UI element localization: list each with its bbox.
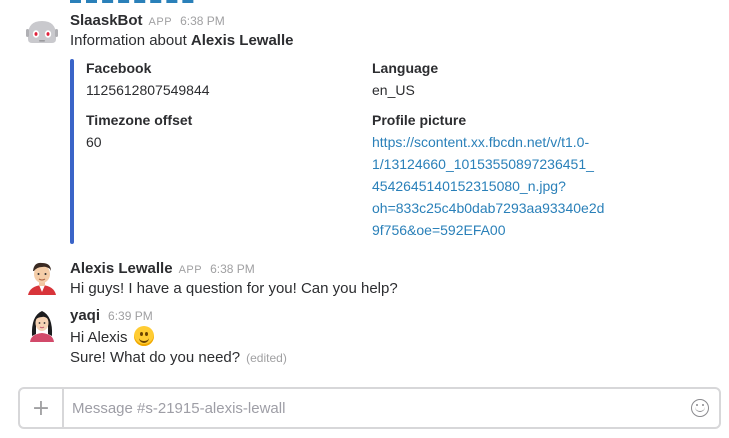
message-text-line: Sure! What do you need? <box>70 349 241 366</box>
timestamp[interactable]: 6:38 PM <box>180 14 225 28</box>
app-badge: APP <box>148 16 173 28</box>
profile-picture-link-line[interactable]: https://scontent.xx.fbcdn.net/v/t1.0- <box>372 134 589 150</box>
message-composer: + <box>18 387 721 429</box>
message-text: Sure! What do you need? (edited) <box>70 348 287 368</box>
field-title-language: Language <box>372 60 439 76</box>
app-badge: APP <box>178 264 203 276</box>
robot-icon[interactable] <box>24 13 60 49</box>
message-text-prefix: Information about <box>70 32 191 49</box>
field-value-language: en_US <box>372 82 415 98</box>
profile-picture-link-line[interactable]: 1/13124660_10153550897236451_ <box>372 156 594 172</box>
attachment-accent-bar <box>70 59 74 244</box>
field-value-facebook: 1125612807549844 <box>86 82 210 98</box>
avatar[interactable] <box>24 306 60 342</box>
timestamp[interactable]: 6:39 PM <box>108 309 153 323</box>
message-header: yaqi 6:39 PM <box>70 307 153 325</box>
plus-icon[interactable]: + <box>20 389 64 427</box>
previous-message-fragment: ▬ ▬ ▬ ▬ ▬ ▬ ▬ ▬ <box>70 0 210 4</box>
timestamp[interactable]: 6:38 PM <box>210 262 255 276</box>
profile-picture-link-line[interactable]: oh=833c25c4b0dab7293aa93340e2d <box>372 200 604 216</box>
message-text: Information about Alexis Lewalle <box>70 31 293 51</box>
profile-picture-link-line[interactable]: 9f756&oe=592EFA00 <box>372 222 506 238</box>
sender-name[interactable]: yaqi <box>70 307 100 324</box>
message-text: Hi guys! I have a question for you! Can … <box>70 280 398 297</box>
profile-picture-link-line[interactable]: 4542645140152315080_n.jpg? <box>372 178 566 194</box>
message-text-line: Hi Alexis <box>70 329 128 346</box>
message-input[interactable] <box>72 389 679 427</box>
previous-message-cutoff: ▬ ▬ ▬ ▬ ▬ ▬ ▬ ▬ <box>70 0 194 4</box>
message-header: SlaaskBot APP 6:38 PM <box>70 12 225 31</box>
message-text: Hi Alexis <box>70 326 154 348</box>
avatar[interactable] <box>24 259 60 295</box>
message-text-bold: Alexis Lewalle <box>190 32 294 49</box>
slightly-smiling-face-icon <box>133 326 154 346</box>
message-header: Alexis Lewalle APP 6:38 PM <box>70 260 255 279</box>
field-title-facebook: Facebook <box>86 60 152 76</box>
edited-label: (edited) <box>246 351 287 365</box>
field-value-timezone: 60 <box>86 134 102 150</box>
emoji-picker-icon[interactable] <box>691 399 709 417</box>
sender-name[interactable]: Alexis Lewalle <box>70 260 173 277</box>
field-title-timezone: Timezone offset <box>86 112 193 128</box>
sender-name[interactable]: SlaaskBot <box>70 12 143 29</box>
field-title-profile-picture: Profile picture <box>372 112 467 128</box>
